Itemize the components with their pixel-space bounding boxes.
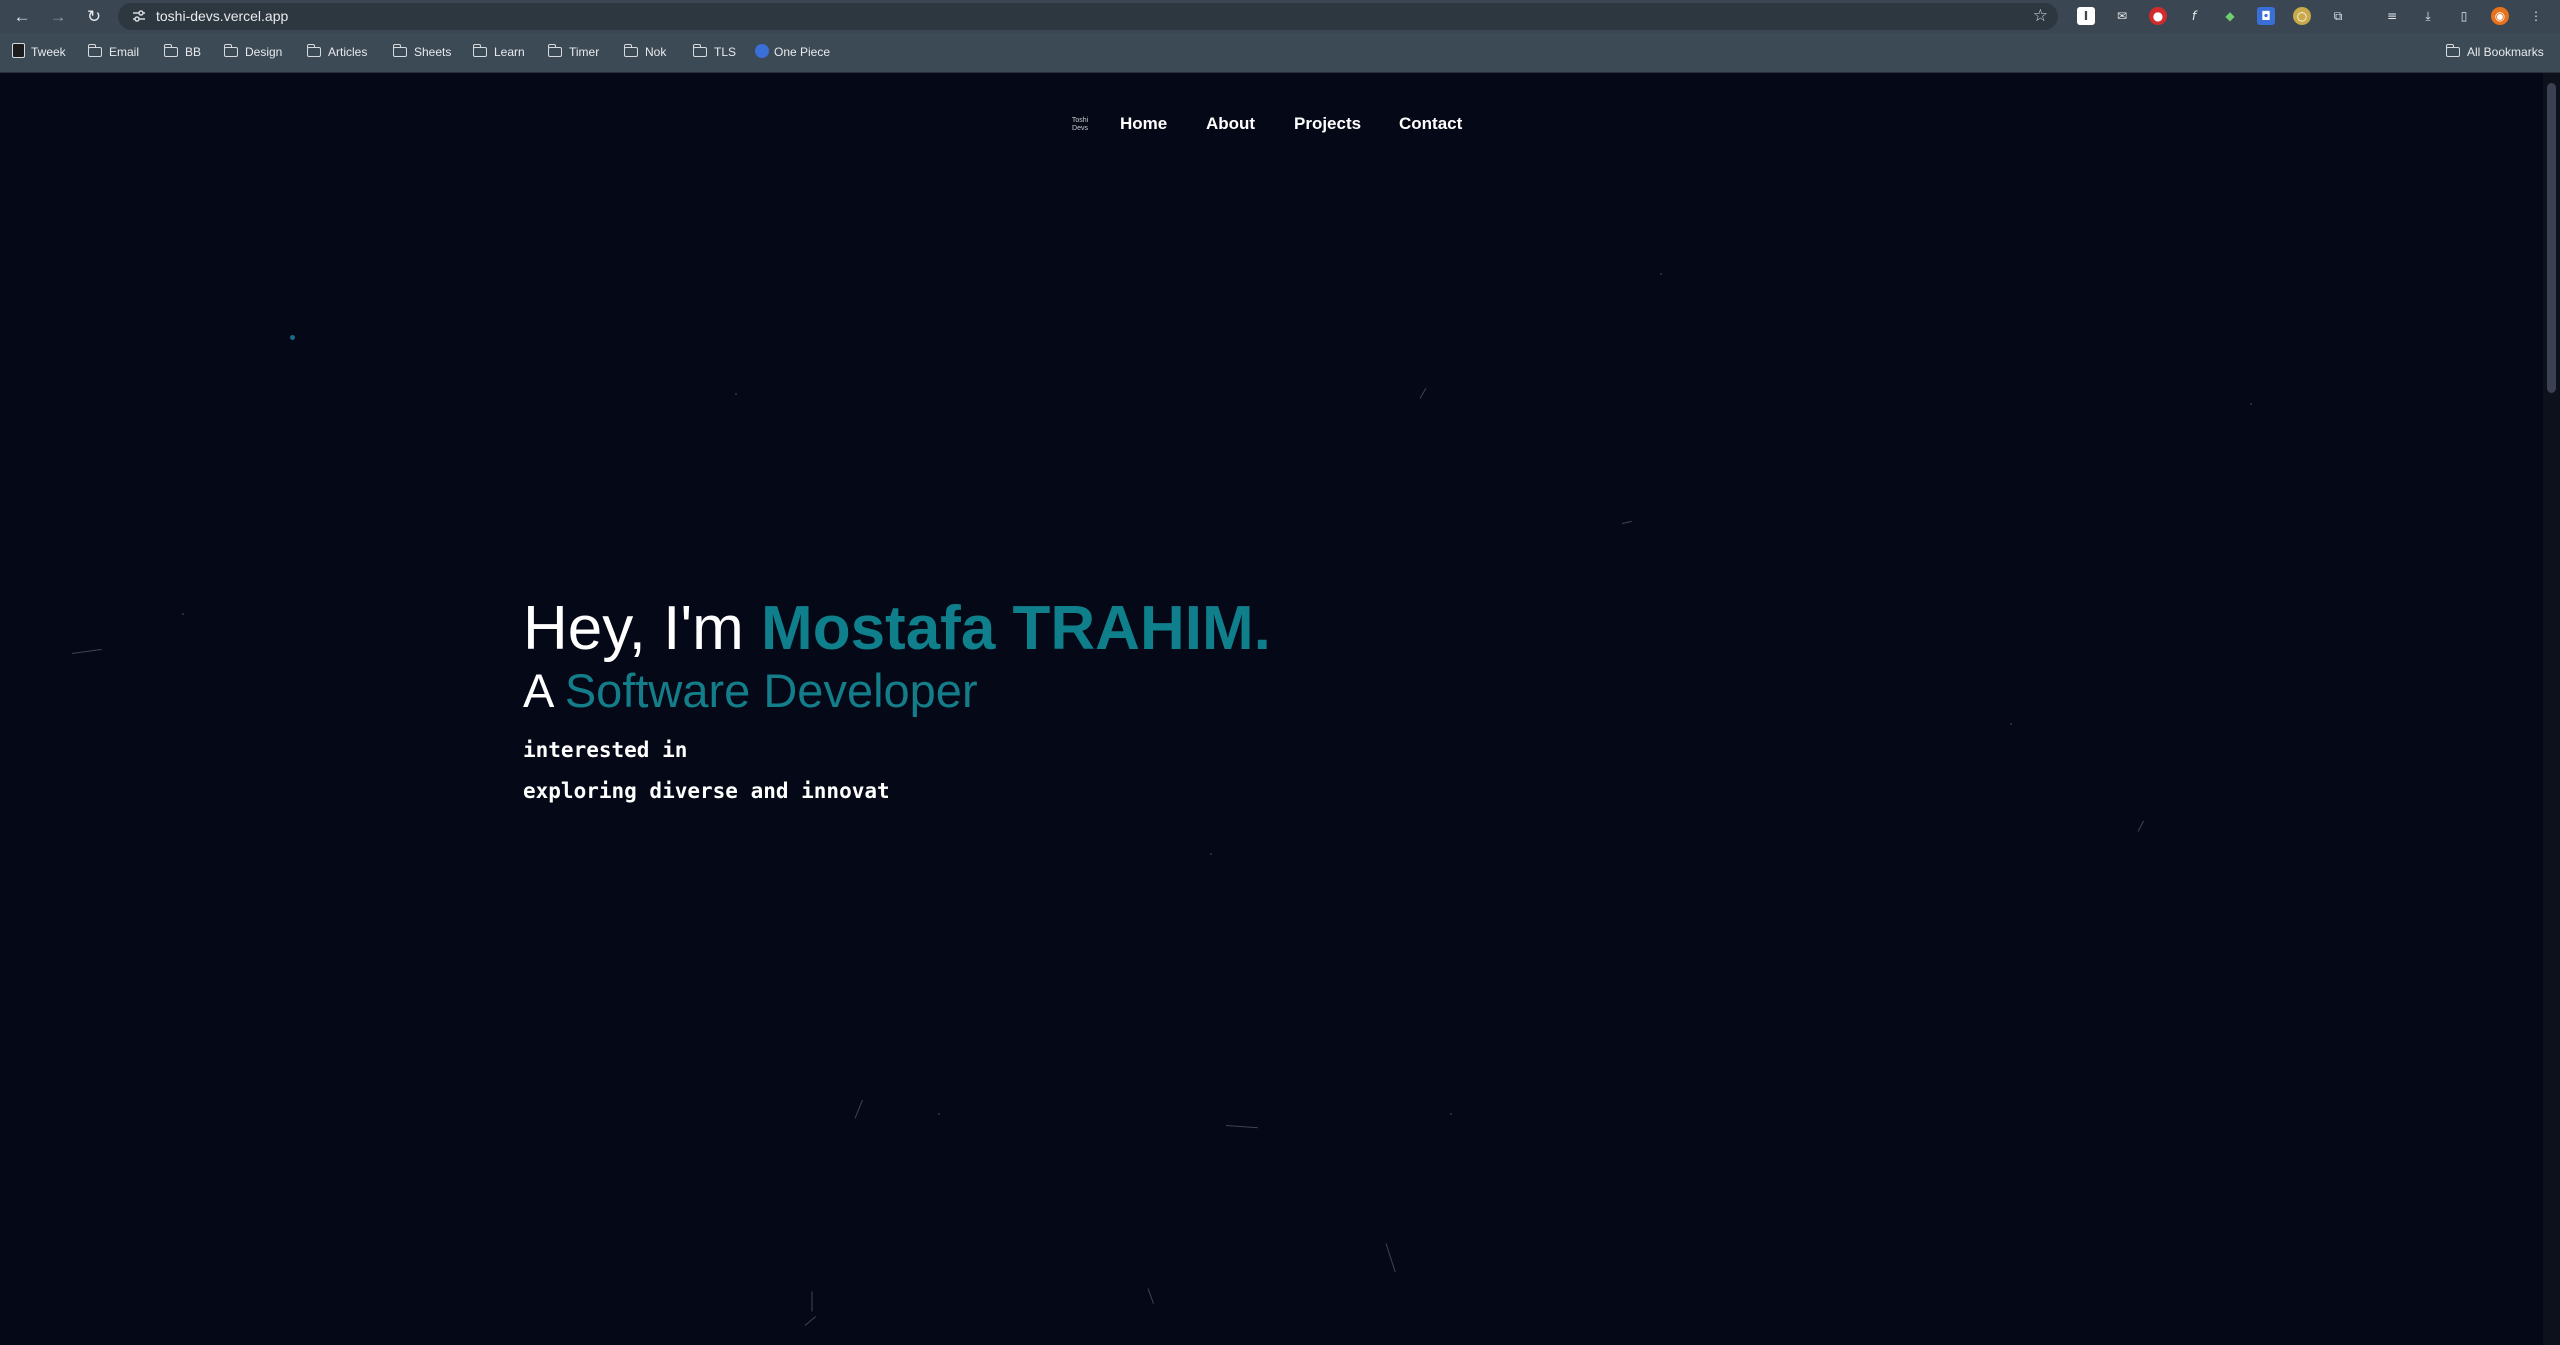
menu-kebab-icon[interactable]: ⋮ xyxy=(2527,7,2545,25)
folder-icon xyxy=(473,44,487,57)
bookmarks-bar: Tweek Email BB Design Articles Sheets Le… xyxy=(0,41,2560,63)
star-particle xyxy=(290,335,295,340)
hero-typed-line-1: interested in xyxy=(523,738,688,762)
back-icon[interactable]: ← xyxy=(11,6,33,28)
extensions-puzzle-icon[interactable]: ⧉ xyxy=(2329,7,2347,25)
gold-extension-icon[interactable]: ○ xyxy=(2293,7,2311,25)
hero-name: Mostafa TRAHIM. xyxy=(761,594,1271,663)
star-particle xyxy=(182,613,184,615)
address-bar[interactable]: toshi-devs.vercel.app ☆ xyxy=(118,3,2058,30)
star-particle xyxy=(735,393,737,395)
folder-icon xyxy=(164,44,178,57)
hero-role: Software Developer xyxy=(564,664,978,717)
bookmark-sheets[interactable]: Sheets xyxy=(393,43,451,61)
bookmark-star-icon[interactable]: ☆ xyxy=(2033,6,2048,26)
bookmark-timer[interactable]: Timer xyxy=(548,43,599,61)
star-particle xyxy=(938,1113,940,1115)
forward-icon[interactable]: → xyxy=(47,6,69,28)
nav-projects[interactable]: Projects xyxy=(1294,114,1361,134)
bookmark-tls[interactable]: TLS xyxy=(693,43,736,61)
folder-icon xyxy=(393,44,407,57)
bookmark-bb[interactable]: BB xyxy=(164,43,201,61)
download-icon[interactable]: ⤓ xyxy=(2419,7,2437,25)
reading-list-icon[interactable]: ≡ xyxy=(2383,7,2401,25)
site-info-icon[interactable] xyxy=(132,9,146,23)
site-logo[interactable]: Toshi Devs xyxy=(1069,117,1091,137)
star-particle xyxy=(1210,853,1212,855)
folder-icon xyxy=(693,44,707,57)
meteor-streak xyxy=(1225,1125,1258,1129)
bookmark-learn[interactable]: Learn xyxy=(473,43,525,61)
star-particle xyxy=(1660,273,1662,275)
bookmark-tweek[interactable]: Tweek xyxy=(12,43,66,61)
folder-icon xyxy=(224,44,238,57)
shield-extension-icon[interactable]: ◘ xyxy=(2257,7,2275,25)
star-particle xyxy=(1450,1113,1452,1115)
color-extension-icon[interactable]: ◆ xyxy=(2221,7,2239,25)
one-piece-favicon-icon xyxy=(755,44,769,58)
formula-extension-icon[interactable]: f xyxy=(2185,7,2203,25)
browser-chrome: ← → ↻ toshi-devs.vercel.app ☆ I ✉ ● f ◆ … xyxy=(0,0,2560,73)
all-bookmarks[interactable]: All Bookmarks xyxy=(2446,43,2544,61)
folder-icon xyxy=(88,44,102,57)
meteor-streak xyxy=(804,1316,817,1326)
scrollbar-thumb[interactable] xyxy=(2547,83,2556,393)
hero-heading: Hey, I'm Mostafa TRAHIM. xyxy=(523,594,1271,663)
hero-typed-line-2: exploring diverse and innovat xyxy=(523,779,890,803)
red-extension-icon[interactable]: ● xyxy=(2149,7,2167,25)
folder-icon xyxy=(548,44,562,57)
meteor-streak xyxy=(1385,1243,1396,1273)
nav-about[interactable]: About xyxy=(1206,114,1255,134)
url-text[interactable]: toshi-devs.vercel.app xyxy=(156,8,288,25)
hero-subheading: A Software Developer xyxy=(523,664,978,717)
side-panel-icon[interactable]: ▯ xyxy=(2455,7,2473,25)
meteor-streak xyxy=(854,1099,863,1119)
meteor-streak xyxy=(1419,387,1427,399)
bookmark-design[interactable]: Design xyxy=(224,43,282,61)
meteor-streak xyxy=(1621,520,1632,524)
star-particle xyxy=(2250,403,2252,405)
reader-extension-icon[interactable]: I xyxy=(2077,7,2095,25)
profile-avatar-icon[interactable]: ◉ xyxy=(2491,7,2509,25)
mail-extension-icon[interactable]: ✉ xyxy=(2113,7,2131,25)
nav-contact[interactable]: Contact xyxy=(1399,114,1462,134)
meteor-streak xyxy=(2137,820,2145,832)
page-viewport: Toshi Devs Home About Projects Contact H… xyxy=(0,73,2543,1345)
meteor-streak xyxy=(811,1291,813,1312)
meteor-streak xyxy=(71,648,102,654)
star-particle xyxy=(2010,723,2012,725)
bookmark-email[interactable]: Email xyxy=(88,43,139,61)
folder-icon xyxy=(307,44,321,57)
nav-home[interactable]: Home xyxy=(1120,114,1167,134)
bookmark-one-piece[interactable]: One Piece xyxy=(755,43,830,61)
folder-icon xyxy=(624,44,638,57)
meteor-streak xyxy=(1147,1288,1154,1304)
page-scrollbar[interactable] xyxy=(2543,73,2560,1345)
tweek-favicon-icon xyxy=(12,43,25,58)
bookmark-articles[interactable]: Articles xyxy=(307,43,367,61)
bookmark-nok[interactable]: Nok xyxy=(624,43,666,61)
browser-toolbar: ← → ↻ toshi-devs.vercel.app ☆ I ✉ ● f ◆ … xyxy=(0,0,2560,33)
reload-icon[interactable]: ↻ xyxy=(83,6,105,28)
folder-icon xyxy=(2446,44,2460,57)
